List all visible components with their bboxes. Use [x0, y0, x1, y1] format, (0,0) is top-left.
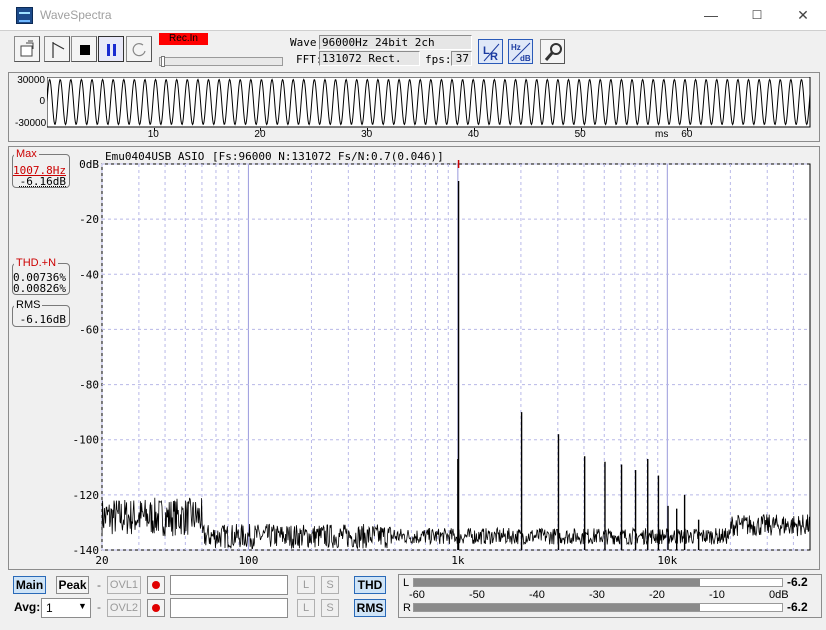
x-tick-label: 10k — [657, 554, 677, 567]
y-tick-label: -100 — [73, 434, 100, 447]
svg-text:dB: dB — [520, 54, 531, 63]
fps-label: fps: — [425, 53, 452, 66]
ovl1-load-button[interactable]: L — [297, 576, 315, 594]
thd-right: 0.00826% — [13, 282, 66, 295]
stop-icon — [80, 45, 90, 55]
settings-button[interactable] — [540, 39, 565, 64]
x-tick-label: 1k — [451, 554, 465, 567]
meter-left-label: L — [403, 577, 410, 589]
meter-left-fill — [414, 579, 701, 586]
avg-selected-value: 1 — [46, 601, 53, 615]
ovl2-name-field[interactable] — [170, 598, 288, 618]
refresh-icon — [132, 43, 146, 57]
wave-info: 96000Hz 24bit 2ch — [319, 35, 472, 50]
lr-channel-button[interactable]: LR — [478, 39, 503, 64]
max-title: Max — [14, 148, 39, 160]
meter-left-value: -6.2 — [787, 575, 808, 589]
meter-right-fill — [414, 604, 701, 611]
play-start-button[interactable] — [44, 36, 70, 62]
main-button[interactable]: Main — [13, 576, 46, 594]
waveform-panel: 30000 0 -30000 10 20 30 40 50 60 ms — [8, 72, 820, 142]
meter-left-track — [413, 578, 783, 587]
ovl2-button[interactable]: OVL2 — [107, 599, 141, 617]
meter-scale-label: -10 — [709, 589, 725, 601]
pause-button[interactable] — [98, 36, 124, 62]
spectrum-chart[interactable]: 0dB-20-40-60-80-100-120-14020 100 1k 10k — [70, 160, 815, 570]
minimize-button[interactable]: — — [688, 0, 734, 31]
max-level: -6.16dB — [19, 175, 66, 188]
fps-value: 37 — [451, 51, 472, 66]
settings-wrench-icon — [544, 43, 562, 61]
meter-scale-label: -30 — [589, 589, 605, 601]
meter-right-track — [413, 603, 783, 612]
thd-button[interactable]: THD — [354, 576, 386, 594]
x-tick-label: 100 — [238, 554, 258, 567]
ovl1-name-field[interactable] — [170, 575, 288, 595]
y-tick-label: -120 — [73, 489, 100, 502]
meter-scale-label: -50 — [469, 589, 485, 601]
thd-title: THD.+N — [14, 257, 59, 269]
wave-xunit: ms — [655, 129, 669, 140]
wave-xtick-mark — [580, 128, 582, 131]
ovl2-dash: - — [97, 600, 101, 614]
ovl1-record-button[interactable] — [147, 576, 165, 594]
pause-icon — [107, 44, 116, 56]
waveform-trace — [47, 77, 811, 128]
y-tick-label: 0dB — [79, 160, 99, 171]
wave-xtick-mark — [153, 128, 155, 131]
ovl1-dash: - — [97, 578, 101, 592]
wave-xtick-mark — [473, 128, 475, 131]
maximize-button[interactable]: ☐ — [734, 0, 780, 31]
hz-db-icon: Hz dB — [511, 42, 531, 63]
lr-channel-icon: LR — [483, 43, 500, 63]
avg-label: Avg: — [14, 600, 41, 614]
meter-scale-label: -40 — [529, 589, 545, 601]
fft-info: 131072 Rect. — [319, 51, 420, 66]
chevron-down-icon: ▼ — [78, 601, 87, 611]
ovl1-save-button[interactable]: S — [321, 576, 339, 594]
rms-title: RMS — [14, 299, 43, 311]
wave-xtick-mark — [260, 128, 262, 131]
wave-xtick-mark — [367, 128, 369, 131]
level-meter: L -6.2 -60 -50 -40 -30 -20 -10 0dB R -6.2 — [398, 574, 822, 618]
ovl2-record-button[interactable] — [147, 599, 165, 617]
rms-value: -6.16dB — [19, 313, 66, 326]
meter-right-label: R — [403, 602, 411, 614]
close-button[interactable]: ✕ — [780, 0, 826, 31]
title-bar[interactable]: WaveSpectra — ☐ ✕ — [0, 0, 826, 31]
y-tick-label: -60 — [79, 323, 99, 336]
wavespectra-app-icon — [16, 7, 33, 24]
position-slider-thumb[interactable] — [161, 56, 165, 67]
avg-select[interactable]: 1 ▼ — [41, 598, 91, 618]
meter-scale-label: -60 — [409, 589, 425, 601]
open-file-button[interactable] — [14, 36, 40, 62]
wave-ytick: 30000 — [17, 75, 45, 86]
wave-ytick: -30000 — [15, 118, 47, 129]
hz-db-button[interactable]: Hz dB — [508, 39, 533, 64]
y-tick-label: -80 — [79, 379, 99, 392]
x-tick-label: 20 — [95, 554, 108, 567]
rec-in-indicator: Rec.In — [159, 33, 208, 45]
ovl2-load-button[interactable]: L — [297, 599, 315, 617]
plot-area — [101, 163, 811, 551]
meter-scale-label: 0dB — [769, 589, 789, 601]
position-slider[interactable] — [159, 57, 283, 66]
peak-button[interactable]: Peak — [56, 576, 89, 594]
stop-button[interactable] — [71, 36, 97, 62]
wave-xtick-mark — [687, 128, 689, 131]
play-start-icon — [52, 42, 65, 58]
open-file-icon — [20, 40, 34, 57]
rms-button[interactable]: RMS — [354, 599, 386, 617]
y-tick-label: -40 — [79, 268, 99, 281]
waveform-view[interactable]: 30000 0 -30000 10 20 30 40 50 60 ms — [9, 73, 819, 141]
window-title: WaveSpectra — [40, 8, 112, 22]
y-tick-label: -20 — [79, 213, 99, 226]
svg-text:Hz: Hz — [511, 43, 521, 52]
meter-right-value: -6.2 — [787, 600, 808, 614]
wave-ytick: 0 — [39, 96, 45, 107]
ovl2-save-button[interactable]: S — [321, 599, 339, 617]
ovl1-button[interactable]: OVL1 — [107, 576, 141, 594]
meter-scale-label: -20 — [649, 589, 665, 601]
refresh-button[interactable] — [126, 36, 152, 62]
